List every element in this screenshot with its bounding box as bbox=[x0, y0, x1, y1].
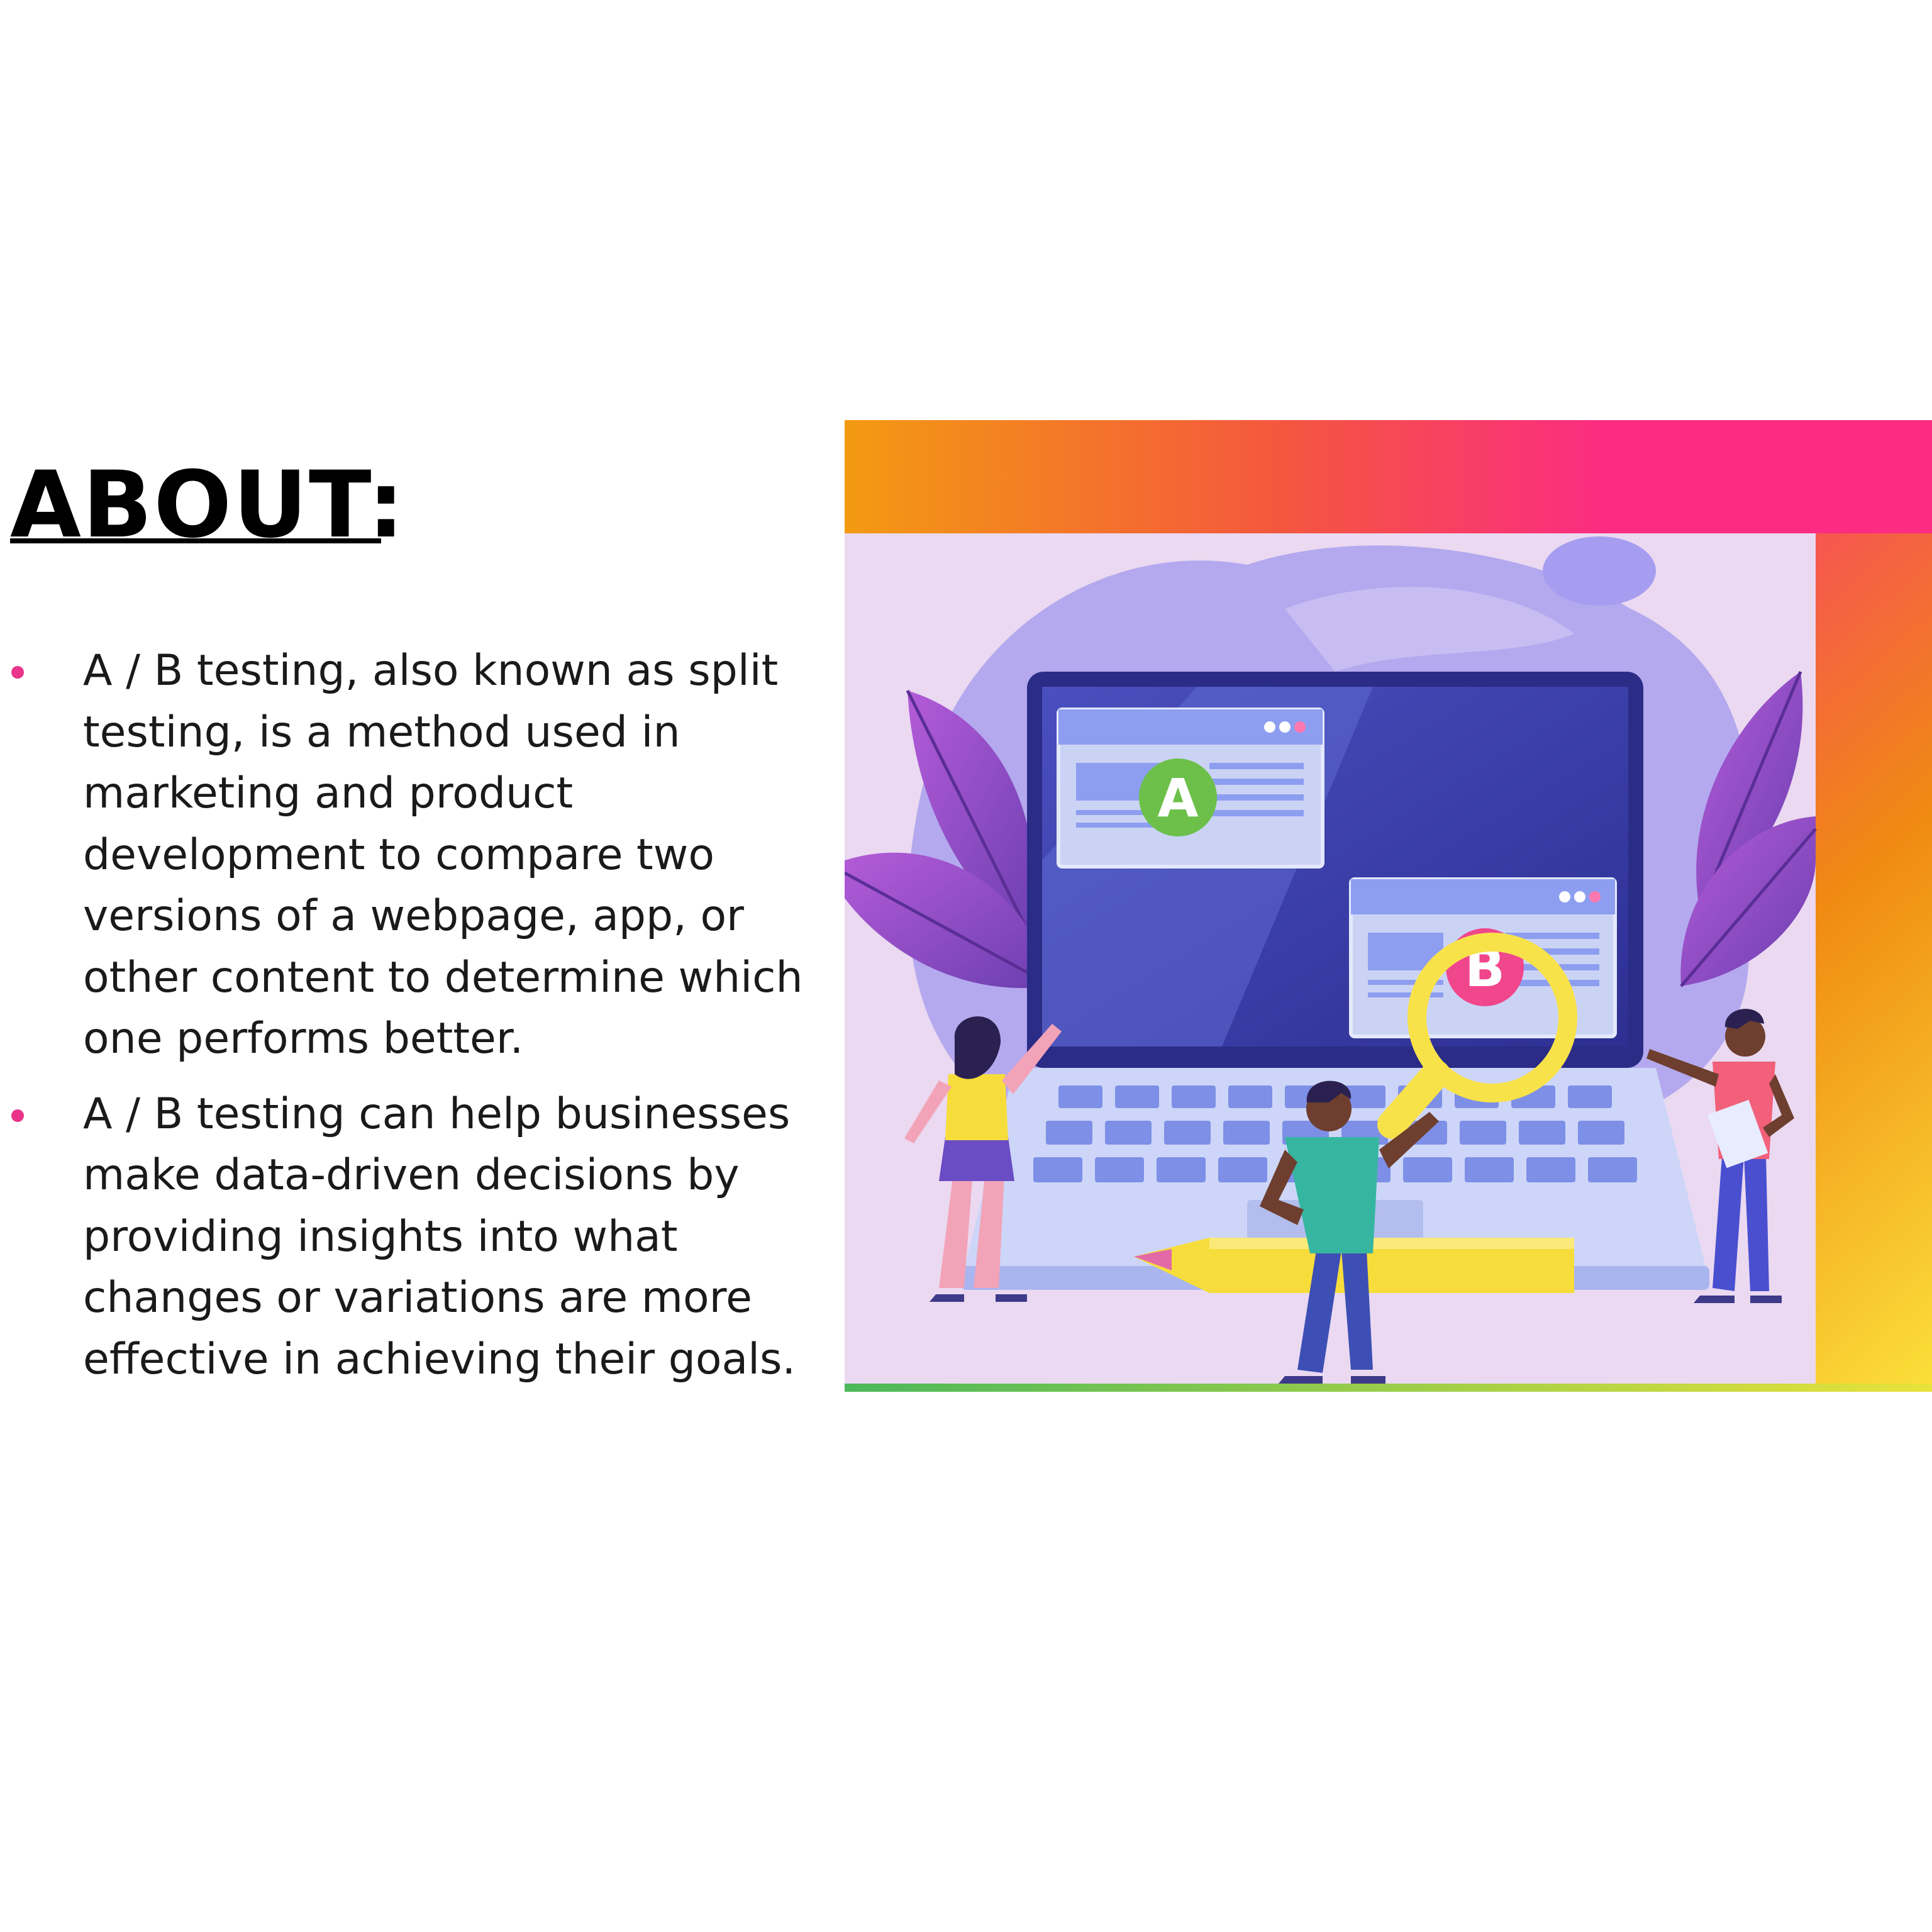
ab-testing-illustration-icon: A B bbox=[845, 420, 1932, 1392]
bullet-item: A / B testing, also known as split testi… bbox=[0, 640, 836, 1070]
title-underline bbox=[10, 538, 381, 543]
bullet-dot-icon bbox=[11, 1109, 24, 1122]
bullet-item: A / B testing can help businesses make d… bbox=[0, 1084, 836, 1391]
bullet-list: A / B testing, also known as split testi… bbox=[0, 640, 836, 1404]
variant-a-letter: A bbox=[1157, 767, 1198, 829]
bullet-dot-icon bbox=[11, 666, 24, 679]
slide: ABOUT: A / B testing, also known as spli… bbox=[0, 0, 1932, 1932]
bullet-text: A / B testing, also known as split testi… bbox=[83, 646, 803, 1063]
bullet-text: A / B testing can help businesses make d… bbox=[83, 1089, 796, 1384]
